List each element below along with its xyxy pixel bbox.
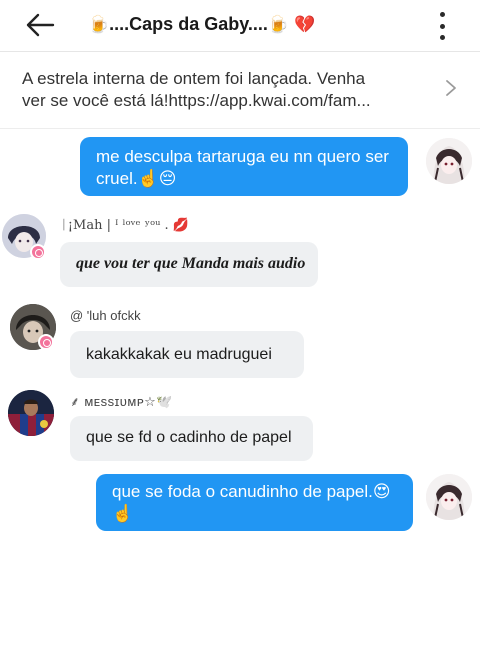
chevron-right-icon	[446, 80, 456, 96]
banner-divider	[0, 128, 480, 129]
my-avatar[interactable]	[426, 138, 472, 184]
member-badge-icon	[30, 244, 46, 260]
announcement-line-2: ver se você está lá!https://app.kwai.com…	[22, 91, 371, 110]
back-button[interactable]	[20, 8, 60, 42]
more-dot-icon	[439, 23, 445, 29]
incoming-message[interactable]: que se fd o cadinho de papel	[70, 416, 313, 461]
chat-title[interactable]: 🍺....Caps da Gaby....🍺 💔	[88, 14, 315, 35]
member-badge-icon	[38, 334, 54, 350]
sender-name[interactable]: @ 'luh ofckk	[70, 308, 141, 323]
message-text: me desculpa tartaruga eu nn quero ser cr…	[96, 147, 389, 188]
beer-emoji: 🍺	[88, 15, 110, 34]
beer-emoji: 🍺	[267, 15, 290, 34]
sender-name[interactable]: ᛁ¡Mah | ᴵ ˡᵒᵛᵉ ʸᵒᵘ . 💋	[60, 218, 189, 233]
broken-heart-emoji: 💔	[294, 15, 316, 34]
sender-avatar[interactable]	[8, 390, 54, 436]
outgoing-message[interactable]: que se foda o canudinho de papel.😍☝️	[96, 474, 413, 531]
announcement-banner[interactable]: A estrela interna de ontem foi lançada. …	[0, 52, 480, 128]
more-options-button[interactable]	[430, 10, 454, 42]
anime-girl-avatar-icon	[426, 138, 472, 184]
announcement-line-1: A estrela interna de ontem foi lançada. …	[22, 69, 366, 88]
message-text: que vou ter que Manda mais audio	[76, 255, 306, 272]
sender-name[interactable]: ⸙ ᴍᴇssɪᴜᴍᴘ☆🕊️	[70, 392, 173, 410]
incoming-message[interactable]: kakakkakak eu madruguei	[70, 331, 304, 378]
message-text: que se foda o canudinho de papel.😍☝️	[112, 482, 391, 523]
announcement-text: A estrela interna de ontem foi lançada. …	[22, 68, 422, 112]
chat-title-text: ....Caps da Gaby....	[109, 14, 268, 34]
arrow-left-icon	[26, 13, 55, 37]
more-dot-icon	[439, 12, 445, 17]
chat-header: 🍺....Caps da Gaby....🍺 💔	[0, 0, 480, 52]
outgoing-message[interactable]: me desculpa tartaruga eu nn quero ser cr…	[80, 137, 408, 196]
more-dot-icon	[439, 35, 445, 40]
incoming-message[interactable]: que vou ter que Manda mais audio	[60, 242, 318, 287]
soccer-player-avatar-icon	[8, 390, 54, 436]
anime-girl-avatar-icon	[426, 474, 472, 520]
my-avatar[interactable]	[426, 474, 472, 520]
message-text: kakakkakak eu madruguei	[86, 346, 272, 363]
message-text: que se fd o cadinho de papel	[86, 429, 292, 446]
